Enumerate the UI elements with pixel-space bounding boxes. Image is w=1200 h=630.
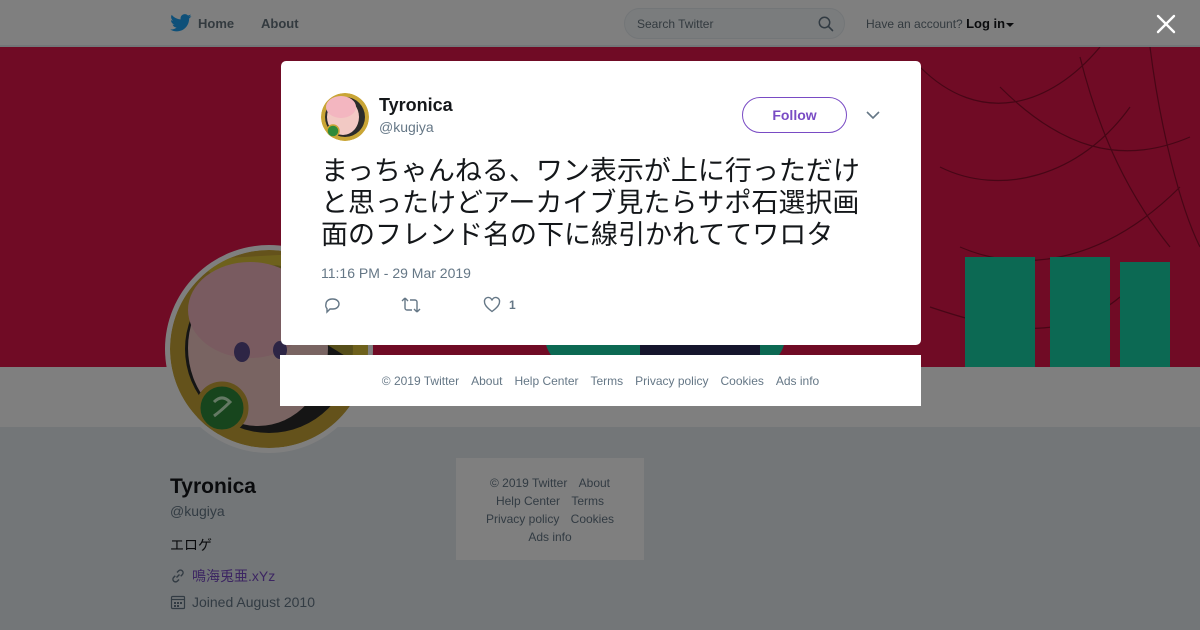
- footer-cookies[interactable]: Cookies: [721, 374, 764, 388]
- close-icon[interactable]: [1154, 12, 1178, 36]
- footer-terms[interactable]: Terms: [590, 374, 623, 388]
- tweet-author-avatar[interactable]: [321, 93, 369, 141]
- retweet-button[interactable]: [401, 295, 421, 315]
- retweet-icon: [401, 297, 421, 313]
- tweet-author-handle[interactable]: @kugiya: [379, 119, 434, 135]
- footer-copyright: © 2019 Twitter: [381, 373, 460, 388]
- tweet-avatar-artwork: [321, 93, 369, 141]
- footer-ads-info[interactable]: Ads info: [776, 374, 819, 388]
- footer-privacy-policy[interactable]: Privacy policy: [635, 374, 708, 388]
- footer-about[interactable]: About: [471, 374, 502, 388]
- like-button[interactable]: 1: [483, 295, 516, 315]
- tweet-author-name[interactable]: Tyronica: [379, 95, 453, 116]
- like-count: 1: [509, 298, 516, 312]
- follow-button[interactable]: Follow: [742, 97, 847, 133]
- tweet-timestamp[interactable]: 11:16 PM - 29 Mar 2019: [321, 265, 471, 281]
- chevron-down-icon[interactable]: [865, 109, 881, 121]
- reply-icon: [325, 298, 340, 314]
- modal-footer: © 2019 Twitter About Help Center Terms P…: [280, 355, 921, 406]
- tweet-text: まっちゃんねる、ワン表示が上に行っただけと思ったけどアーカイブ見たらサポ石選択画…: [321, 156, 860, 250]
- footer-help-center[interactable]: Help Center: [514, 374, 578, 388]
- reply-button[interactable]: [323, 295, 341, 315]
- tweet-modal: Tyronica @kugiya Follow まっちゃんねる、ワン表示が上に行…: [281, 61, 921, 345]
- like-icon: [483, 296, 501, 313]
